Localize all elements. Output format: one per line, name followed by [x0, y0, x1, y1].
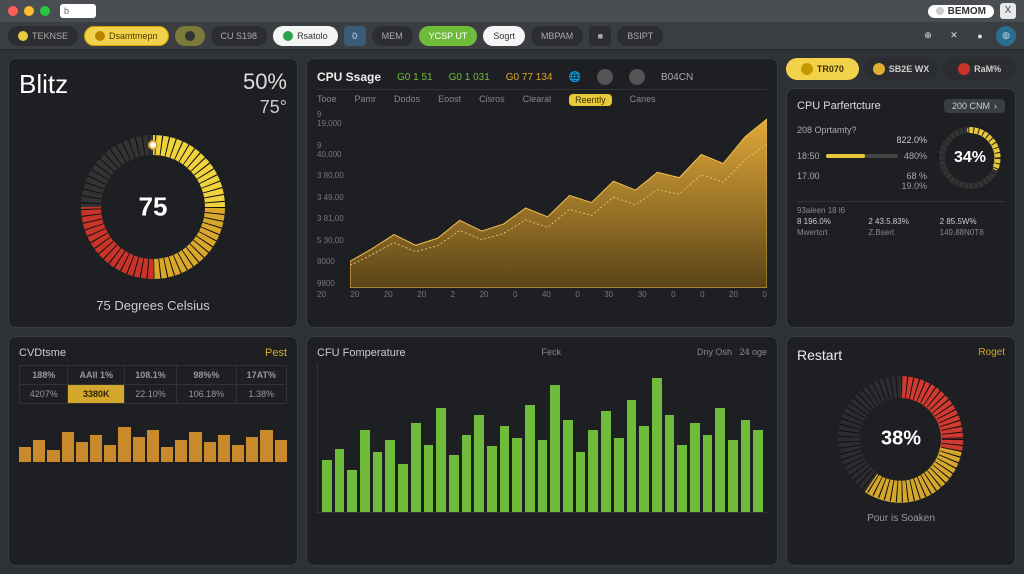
tab-bsipt[interactable]: BSIPT: [617, 26, 663, 46]
pill-sb2e[interactable]: SB2E WX: [865, 58, 938, 80]
gauge-caption: 75 Degrees Celsius: [19, 298, 287, 313]
pill-ram[interactable]: RaM%: [943, 58, 1016, 80]
cvd-table: 188%AAll 1%108.1%98%%17AT% 4207%3380K22.…: [19, 365, 287, 404]
tab-rsatolo[interactable]: Rsatolo: [273, 26, 338, 46]
subtab[interactable]: Cisros: [479, 94, 505, 106]
dot-icon: [283, 31, 293, 41]
tab-ycsp[interactable]: YCSP UT: [419, 26, 478, 46]
tab-sogrt[interactable]: Sogrt: [483, 26, 525, 46]
chip-icon: [801, 63, 813, 75]
add-icon[interactable]: ⊕: [918, 26, 938, 46]
cpu-area-chart: [350, 110, 767, 288]
blitz-degrees: 75°: [243, 97, 287, 118]
subtab[interactable]: Dodos: [394, 94, 420, 106]
ring-value: 34%: [954, 149, 986, 167]
perf-stats: 93aleen 18 l6 8 196.0%2 43.5.83%2 85.5W%…: [797, 201, 1005, 237]
cpu-usage-title: CPU Ssage: [317, 70, 381, 84]
tab-dsamtmepn[interactable]: Dsamtmepn: [84, 26, 169, 46]
metric-0: G0 1 51: [397, 72, 433, 83]
perf-value: 480%: [904, 151, 927, 161]
minimize-window-dot[interactable]: [24, 6, 34, 16]
dot-icon: [185, 31, 195, 41]
perf-title: CPU Parfertcture: [797, 100, 881, 112]
restart-link[interactable]: Roget: [978, 347, 1005, 363]
restart-title: Restart: [797, 347, 842, 363]
progress-bar: [826, 154, 898, 158]
metric-3: B04CN: [661, 72, 693, 83]
perf-value: 19.0%: [797, 181, 927, 191]
perf-dropdown[interactable]: 200 CNM›: [944, 99, 1005, 113]
pill-tr070[interactable]: TR070: [786, 58, 859, 80]
tab-mem[interactable]: MEM: [372, 26, 413, 46]
y-axis-labels: 9 19,0009 40,0003 80,003 49,003 81,005 3…: [317, 110, 346, 288]
perf-ring: 34%: [935, 123, 1005, 193]
restart-card: Restart Roget 38% Pour is Soaken: [786, 336, 1016, 566]
dot-icon: [95, 31, 105, 41]
temp-title: CFU Fomperature: [317, 347, 406, 359]
subtab[interactable]: Eoost: [438, 94, 461, 106]
subtab[interactable]: Clearal: [523, 94, 552, 106]
perf-label: 208 Oprtamty?: [797, 125, 857, 135]
blitz-card: Blitz 50% 75° 75 75 Degrees Celsius: [8, 58, 298, 328]
tab-mbpam[interactable]: MBPAM: [531, 26, 583, 46]
perf-value: 822.0%: [797, 135, 927, 145]
coin-icon: [873, 63, 885, 75]
close-icon[interactable]: X: [1000, 3, 1016, 19]
temp-mid: Feck: [542, 347, 562, 359]
maximize-window-dot[interactable]: [40, 6, 50, 16]
performance-card: CPU Parfertcture 200 CNM› 208 Oprtamty? …: [786, 88, 1016, 328]
perf-label: 17.00: [797, 171, 820, 181]
tab-teknse[interactable]: TEKNSE: [8, 26, 78, 46]
blitz-percent: 50%: [243, 69, 287, 95]
url-field[interactable]: b: [60, 4, 96, 18]
subtab[interactable]: Tooe: [317, 94, 337, 106]
grid-icon[interactable]: ✕: [944, 26, 964, 46]
blitz-title: Blitz: [19, 69, 68, 100]
window-titlebar: b BEMOM X: [0, 0, 1024, 22]
cvd-title: CVDtsme: [19, 347, 66, 359]
tab-cu[interactable]: CU S198: [211, 26, 268, 46]
ram-icon: [958, 63, 970, 75]
restart-value: 38%: [881, 428, 921, 451]
cpu-temp-card: CFU Fomperature Feck Dny Osh 24 oge 9880…: [306, 336, 778, 566]
tab-olive[interactable]: [175, 26, 205, 46]
temp-bar-chart: 9880068.004.604:5006: [317, 363, 767, 513]
sun-icon: [18, 31, 28, 41]
perf-label: 18:50: [797, 151, 820, 161]
metric-1: G0 1 031: [449, 72, 490, 83]
cvd-sparkline: [19, 412, 287, 462]
tab-square-blue[interactable]: 0: [344, 26, 366, 46]
subtab-active[interactable]: Reently: [569, 94, 612, 106]
chevron-right-icon: ›: [994, 101, 997, 111]
avatar-icon: [597, 69, 613, 85]
avatar-icon: [629, 69, 645, 85]
tab-square-dark[interactable]: ■: [589, 26, 611, 46]
perf-value: 68 %: [906, 171, 927, 181]
gauge-center-value: 75: [139, 192, 168, 223]
close-window-dot[interactable]: [8, 6, 18, 16]
cpu-usage-card: CPU Ssage G0 1 51 G0 1 031 G0 77 134 🌐 B…: [306, 58, 778, 328]
subtab[interactable]: Canes: [630, 94, 656, 106]
traffic-lights: [8, 6, 50, 16]
metric-2: G0 77 134: [506, 72, 553, 83]
x-axis-labels: 202020202200400303000200: [317, 290, 767, 299]
restart-donut: 38%: [831, 369, 971, 509]
cpu-subtabs: Tooe Pamr Dodos Eoost Cisros Clearal Ree…: [317, 94, 767, 106]
right-pill-row: TR070 SB2E WX RaM%: [786, 58, 1016, 80]
user-icon[interactable]: ●: [970, 26, 990, 46]
top-tab-strip: TEKNSE Dsamtmepn CU S198 Rsatolo 0 MEM Y…: [0, 22, 1024, 50]
subtab[interactable]: Pamr: [355, 94, 377, 106]
cvd-link[interactable]: Pest: [265, 347, 287, 359]
cvd-card: CVDtsme Pest 188%AAll 1%108.1%98%%17AT% 4…: [8, 336, 298, 566]
globe-icon[interactable]: ◍: [996, 26, 1016, 46]
restart-caption: Pour is Soaken: [797, 513, 1005, 524]
account-pill[interactable]: BEMOM: [928, 5, 994, 18]
